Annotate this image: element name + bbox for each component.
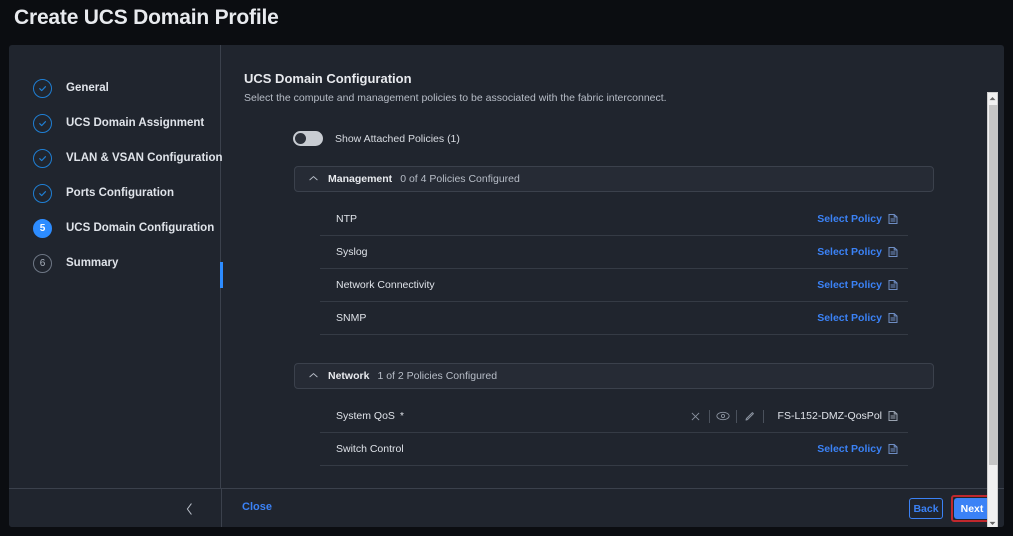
table-row: NTP Select Policy (320, 203, 908, 236)
scroll-down-arrow-icon[interactable] (988, 518, 997, 527)
toggle-knob (295, 133, 306, 144)
table-row: Switch Control Select Policy (320, 433, 908, 466)
policy-name: System QoS (336, 410, 395, 422)
toggle-label: Show Attached Policies (1) (335, 133, 460, 145)
step-number-badge: 6 (33, 254, 52, 273)
wizard-panel: General UCS Domain Assignment VLAN & VSA… (9, 45, 1004, 527)
sidebar-item-summary[interactable]: 6 Summary (33, 250, 118, 276)
view-policy-icon[interactable] (710, 406, 736, 426)
select-policy-button[interactable]: Select Policy (817, 213, 882, 225)
section-header-management[interactable]: Management 0 of 4 Policies Configured (294, 166, 934, 192)
edit-policy-icon[interactable] (737, 406, 763, 426)
policy-document-icon[interactable] (888, 246, 898, 258)
step-number-badge: 5 (33, 219, 52, 238)
action-separator (763, 410, 764, 423)
policy-document-icon[interactable] (888, 443, 898, 455)
policy-document-icon[interactable] (888, 213, 898, 225)
sidebar-item-label: Ports Configuration (66, 187, 174, 199)
policy-name: NTP (336, 213, 357, 225)
content-area: UCS Domain Configuration Select the comp… (221, 45, 1004, 488)
table-row: Syslog Select Policy (320, 236, 908, 269)
content-scrollbar[interactable] (987, 92, 998, 527)
sidebar-item-label: General (66, 82, 109, 94)
policy-name: Switch Control (336, 443, 404, 455)
row-actions: FS-L152-DMZ-QosPol (683, 406, 908, 426)
next-button[interactable]: Next (954, 498, 990, 519)
show-attached-policies-toggle[interactable]: Show Attached Policies (1) (293, 131, 460, 146)
select-policy-button[interactable]: Select Policy (817, 443, 882, 455)
footer-bar: Close Back Next (9, 488, 1004, 527)
select-policy-button[interactable]: Select Policy (817, 246, 882, 258)
row-actions: Select Policy (817, 279, 908, 291)
policy-document-icon[interactable] (888, 279, 898, 291)
page-title: Create UCS Domain Profile (14, 6, 279, 30)
row-actions: Select Policy (817, 312, 908, 324)
select-policy-button[interactable]: Select Policy (817, 312, 882, 324)
section-count: 1 of 2 Policies Configured (377, 370, 497, 382)
table-row: Network Connectivity Select Policy (320, 269, 908, 302)
content-subtitle: Select the compute and management polici… (244, 92, 667, 104)
clear-policy-icon[interactable] (683, 406, 709, 426)
check-circle-icon (33, 149, 52, 168)
section-title: Network (328, 370, 369, 382)
scrollbar-thumb[interactable] (989, 105, 998, 465)
select-policy-button[interactable]: Select Policy (817, 279, 882, 291)
close-button[interactable]: Close (242, 501, 272, 513)
scroll-up-arrow-icon[interactable] (988, 93, 997, 104)
table-row: SNMP Select Policy (320, 302, 908, 335)
table-row: System QoS * FS-L152-DMZ-QosPol (320, 400, 908, 433)
content-title: UCS Domain Configuration (244, 71, 412, 86)
toggle-switch[interactable] (293, 131, 323, 146)
section-title: Management (328, 173, 392, 185)
section-header-network[interactable]: Network 1 of 2 Policies Configured (294, 363, 934, 389)
sidebar-item-label: UCS Domain Assignment (66, 117, 204, 129)
policy-name: Network Connectivity (336, 279, 435, 291)
check-circle-icon (33, 114, 52, 133)
policy-document-icon[interactable] (888, 312, 898, 324)
check-circle-icon (33, 184, 52, 203)
footer-divider (221, 489, 222, 527)
sidebar-item-ucs-domain-configuration[interactable]: 5 UCS Domain Configuration (33, 215, 214, 241)
back-button[interactable]: Back (909, 498, 943, 519)
row-actions: Select Policy (817, 246, 908, 258)
row-actions: Select Policy (817, 443, 908, 455)
required-marker: * (400, 411, 404, 422)
sidebar-item-label: Summary (66, 257, 118, 269)
sidebar-item-general[interactable]: General (33, 75, 109, 101)
section-count: 0 of 4 Policies Configured (400, 173, 520, 185)
sidebar-item-label: VLAN & VSAN Configuration (66, 152, 223, 164)
sidebar-item-ports-configuration[interactable]: Ports Configuration (33, 180, 174, 206)
collapse-sidebar-chevron-left-icon[interactable] (179, 499, 199, 519)
sidebar-item-ucs-domain-assignment[interactable]: UCS Domain Assignment (33, 110, 204, 136)
row-actions: Select Policy (817, 213, 908, 225)
policy-name: Syslog (336, 246, 368, 258)
steps-sidebar: General UCS Domain Assignment VLAN & VSA… (9, 45, 221, 488)
chevron-up-icon (309, 371, 318, 381)
policy-document-icon[interactable] (888, 410, 898, 422)
policy-name: SNMP (336, 312, 366, 324)
policy-value: FS-L152-DMZ-QosPol (778, 410, 882, 422)
chevron-up-icon (309, 174, 318, 184)
sidebar-item-vlan-vsan-configuration[interactable]: VLAN & VSAN Configuration (33, 145, 223, 171)
check-circle-icon (33, 79, 52, 98)
sidebar-item-label: UCS Domain Configuration (66, 222, 214, 234)
